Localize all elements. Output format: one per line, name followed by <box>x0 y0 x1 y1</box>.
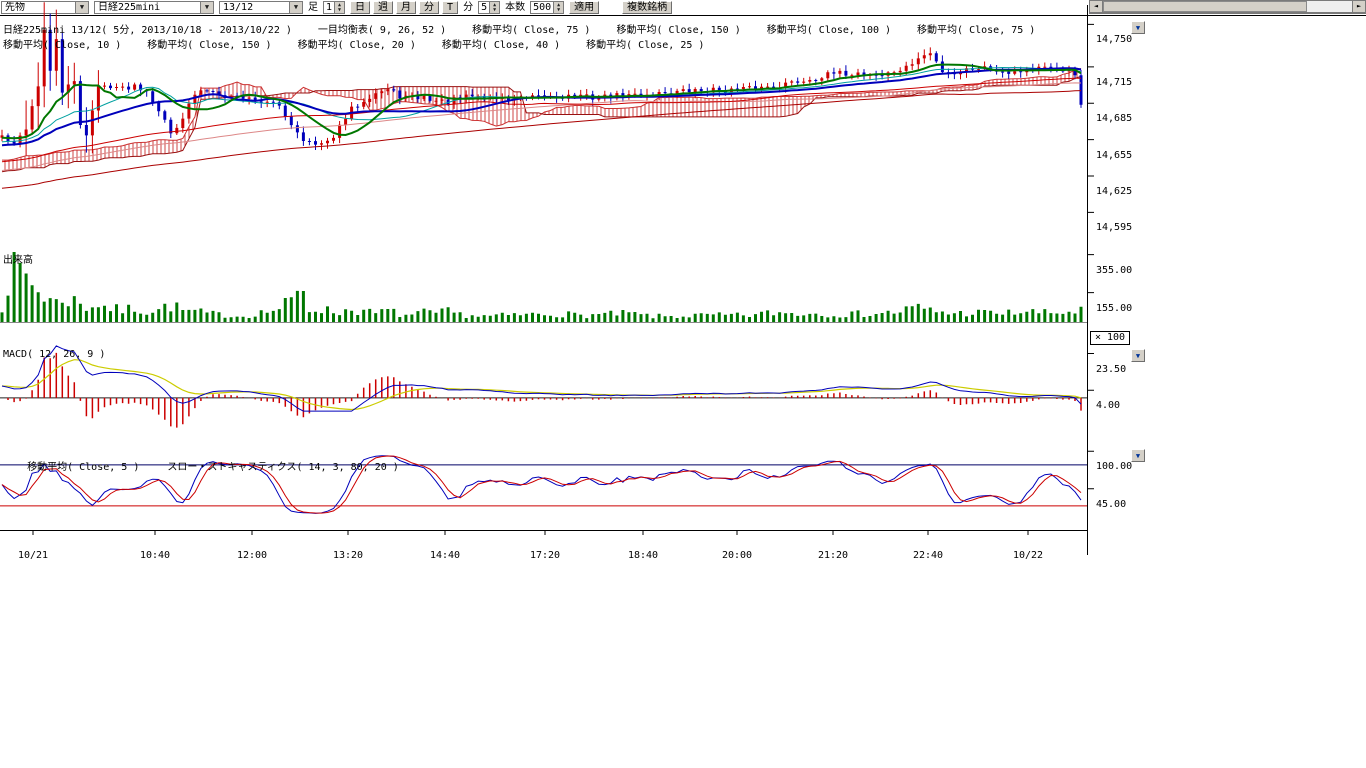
volume-bars <box>0 252 1087 323</box>
chart-header-line2: 移動平均( Close, 10 ) 移動平均( Close, 150 ) 移動平均(… <box>3 36 704 51</box>
chart-application: 先物 ▼ 日経225mini ▼ 13/12 ▼ 足 1 ▲▼ 日週月分T 分 … <box>0 0 1366 768</box>
indicator-label: 移動平均( Close, 10 ) <box>3 36 121 51</box>
macd-axis-label: 4.00 <box>1096 400 1120 411</box>
x-axis-label: 10:40 <box>140 550 170 561</box>
stoch-panel-dropdown-button[interactable]: ▼ <box>1131 449 1145 462</box>
x-axis-label: 22:40 <box>913 550 943 561</box>
indicator-label: 移動平均( Close, 75 ) <box>917 21 1035 36</box>
x-axis-label: 21:20 <box>818 550 848 561</box>
macd-panel-plot <box>0 346 1087 428</box>
chart-canvas[interactable] <box>0 0 1366 753</box>
x-axis-label: 18:40 <box>628 550 658 561</box>
chart-title: 日経225mini 13/12( 5分, 2013/10/18 - 2013/1… <box>3 21 292 36</box>
price-axis-label: 14,655 <box>1096 150 1132 161</box>
stoch-panel-title: 移動平均( Close, 5 ) スロー・ストキャスティクス( 14, 3, 80… <box>3 447 399 484</box>
price-axis-label: 14,750 <box>1096 34 1132 45</box>
macd-panel-dropdown-button[interactable]: ▼ <box>1131 349 1145 362</box>
price-panel-dropdown-button[interactable]: ▼ <box>1131 21 1145 34</box>
stoch-ma-label: 移動平均( Close, 5 ) <box>27 462 139 473</box>
x-axis-label: 12:00 <box>237 550 267 561</box>
indicator-label: 移動平均( Close, 150 ) <box>616 21 740 36</box>
indicator-label: 移動平均( Close, 75 ) <box>472 21 590 36</box>
stoch-indicator-label: スロー・ストキャスティクス( 14, 3, 80, 20 ) <box>167 462 398 473</box>
price-axis-label: 14,595 <box>1096 222 1132 233</box>
ichimoku-cloud <box>2 69 1081 172</box>
volume-axis-label: 355.00 <box>1096 265 1132 276</box>
stoch-axis-label: 100.00 <box>1096 461 1132 472</box>
x-axis-label: 20:00 <box>722 550 752 561</box>
price-axis-label: 14,625 <box>1096 186 1132 197</box>
macd-axis-label: 23.50 <box>1096 364 1126 375</box>
moving-average-lines <box>2 65 1081 189</box>
x-axis-label: 14:40 <box>430 550 460 561</box>
chevron-down-icon: ▼ <box>1136 352 1140 360</box>
indicator-label: 移動平均( Close, 100 ) <box>767 21 891 36</box>
chevron-down-icon: ▼ <box>1136 452 1140 460</box>
chevron-down-icon: ▼ <box>1136 24 1140 32</box>
chart-header-line1: 日経225mini 13/12( 5分, 2013/10/18 - 2013/1… <box>3 21 1035 36</box>
x-axis-label: 10/22 <box>1013 550 1043 561</box>
indicator-label: 移動平均( Close, 25 ) <box>586 36 704 51</box>
x-axis-label: 13:20 <box>333 550 363 561</box>
stoch-axis-label: 45.00 <box>1096 499 1126 510</box>
price-axis-label: 14,685 <box>1096 113 1132 124</box>
x-axis-label: 17:20 <box>530 550 560 561</box>
indicator-label: 移動平均( Close, 150 ) <box>147 36 271 51</box>
indicator-label: 移動平均( Close, 40 ) <box>442 36 560 51</box>
volume-axis-label: 155.00 <box>1096 303 1132 314</box>
macd-panel-title: MACD( 12, 26, 9 ) <box>3 349 105 360</box>
indicator-label: 一目均衡表( 9, 26, 52 ) <box>318 21 446 36</box>
x-axis-label: 10/21 <box>18 550 48 561</box>
volume-multiplier-badge: × 100 <box>1090 331 1130 345</box>
price-axis-label: 14,715 <box>1096 77 1132 88</box>
indicator-label: 移動平均( Close, 20 ) <box>298 36 416 51</box>
volume-panel-title: 出来高 <box>3 251 33 266</box>
